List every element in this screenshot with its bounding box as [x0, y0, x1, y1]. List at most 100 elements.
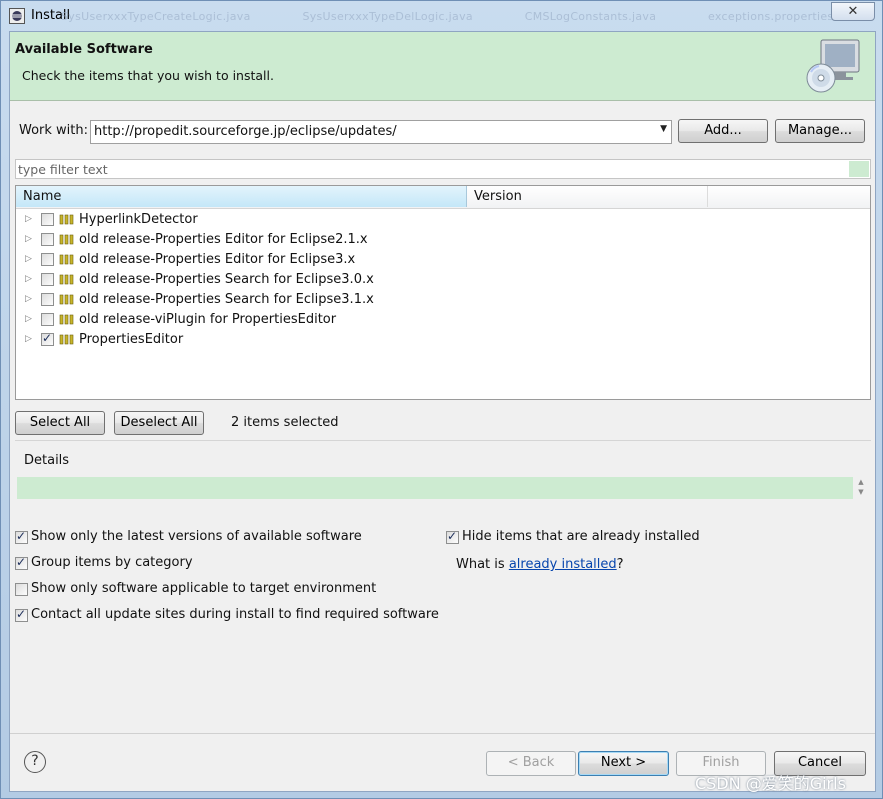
item-checkbox[interactable]: [41, 293, 54, 306]
page-subtitle: Check the items that you wish to install…: [22, 68, 274, 83]
column-name-label: Name: [23, 189, 62, 204]
header-banner: Available Software Check the items that …: [10, 32, 875, 101]
tree-header: Name Version: [16, 186, 870, 209]
item-label: old release-viPlugin for PropertiesEdito…: [79, 312, 337, 327]
item-label: HyperlinkDetector: [79, 212, 198, 227]
tree-row[interactable]: ▷ ✓ PropertiesEditor: [16, 330, 870, 350]
already-installed-link[interactable]: already installed: [509, 557, 617, 572]
filter-input[interactable]: type filter text: [15, 159, 871, 179]
what-is-prefix: What is: [456, 557, 509, 572]
filter-placeholder: type filter text: [18, 162, 108, 177]
ghost-tab: SysUserxxxTypeCreateLogic.java: [61, 10, 251, 23]
checkmark-icon: ✓: [16, 555, 27, 569]
what-is-installed-text: What is already installed?: [456, 557, 624, 572]
work-with-label: Work with:: [19, 123, 89, 138]
close-window-button[interactable]: ✕: [831, 2, 875, 21]
watermark: CSDN @爱笑的Girls: [695, 774, 846, 793]
checkbox-box[interactable]: [15, 583, 28, 596]
title-bar[interactable]: Install SysUserxxxTypeCreateLogic.java S…: [1, 1, 882, 31]
item-checkbox[interactable]: [41, 233, 54, 246]
checkmark-icon: ✓: [447, 529, 458, 543]
option-label: Show only software applicable to target …: [31, 581, 377, 596]
item-checkbox[interactable]: [41, 253, 54, 266]
option-label: Contact all update sites during install …: [31, 607, 439, 622]
manage-sites-button[interactable]: Manage...: [775, 119, 865, 143]
category-package-icon: [59, 274, 74, 285]
option-label: Hide items that are already installed: [462, 529, 700, 544]
ghost-tab: CMSLogConstants.java: [524, 10, 657, 23]
column-version-header[interactable]: Version: [467, 186, 708, 207]
item-label: old release-Properties Editor for Eclips…: [79, 252, 356, 267]
add-site-button[interactable]: Add...: [678, 119, 768, 143]
category-package-icon: [59, 294, 74, 305]
tree-row[interactable]: ▷ old release-Properties Editor for Ecli…: [16, 250, 870, 270]
details-text-area[interactable]: [17, 477, 853, 499]
item-label: old release-Properties Editor for Eclips…: [79, 232, 368, 247]
what-is-suffix: ?: [616, 557, 624, 572]
back-button[interactable]: < Back: [486, 751, 576, 776]
item-label: old release-Properties Search for Eclips…: [79, 292, 374, 307]
deselect-all-button[interactable]: Deselect All: [114, 411, 204, 435]
tree-row[interactable]: ▷ old release-Properties Editor for Ecli…: [16, 230, 870, 250]
checkbox-box[interactable]: ✓: [15, 555, 28, 570]
item-checkbox[interactable]: [41, 273, 54, 286]
category-package-icon: [59, 254, 74, 265]
checkbox-box[interactable]: [41, 313, 54, 326]
column-name-header[interactable]: Name: [16, 186, 467, 207]
tree-row[interactable]: ▷ old release-viPlugin for PropertiesEdi…: [16, 310, 870, 330]
category-package-icon: [59, 234, 74, 245]
eclipse-icon: [9, 8, 25, 24]
chevron-down-icon[interactable]: ▼: [660, 124, 667, 134]
checkmark-icon: ✓: [16, 529, 27, 543]
option-label: Group items by category: [31, 555, 193, 570]
item-label: PropertiesEditor: [79, 332, 184, 347]
details-label: Details: [24, 453, 70, 468]
work-with-combo[interactable]: http://propedit.sourceforge.jp/eclipse/u…: [90, 120, 672, 144]
details-scrollbar[interactable]: ▲ ▼: [855, 477, 867, 499]
dialog-body: Available Software Check the items that …: [9, 31, 876, 792]
option-label: Show only the latest versions of availab…: [31, 529, 362, 544]
checkbox-box[interactable]: [41, 273, 54, 286]
work-with-value: http://propedit.sourceforge.jp/eclipse/u…: [94, 124, 397, 139]
expand-arrow-icon[interactable]: ▷: [25, 214, 32, 224]
tree-row[interactable]: ▷ old release-Properties Search for Ecli…: [16, 290, 870, 310]
help-icon[interactable]: ?: [24, 751, 46, 773]
checkbox-box[interactable]: [41, 293, 54, 306]
checkbox-box[interactable]: ✓: [41, 331, 54, 346]
clear-filter-icon[interactable]: [849, 161, 869, 177]
expand-arrow-icon[interactable]: ▷: [25, 274, 32, 284]
checkbox-box[interactable]: [41, 253, 54, 266]
expand-arrow-icon[interactable]: ▷: [25, 294, 32, 304]
checkbox-box[interactable]: [41, 233, 54, 246]
expand-arrow-icon[interactable]: ▷: [25, 314, 32, 324]
tree-row[interactable]: ▷ old release-Properties Search for Ecli…: [16, 270, 870, 290]
select-all-button[interactable]: Select All: [15, 411, 105, 435]
ghost-tab: exceptions.properties: [708, 10, 834, 23]
column-version-label: Version: [474, 189, 522, 204]
expand-arrow-icon[interactable]: ▷: [25, 234, 32, 244]
tree-row[interactable]: ▷ HyperlinkDetector: [16, 210, 870, 230]
ghost-tab: SysUserxxxTypeDelLogic.java: [302, 10, 473, 23]
checkbox-box[interactable]: ✓: [15, 607, 28, 622]
selection-status: 2 items selected: [231, 415, 339, 430]
checkbox-box[interactable]: ✓: [446, 529, 459, 544]
next-button[interactable]: Next >: [578, 751, 669, 776]
checkmark-icon: ✓: [16, 607, 27, 621]
item-checkbox[interactable]: [41, 213, 54, 226]
software-tree[interactable]: Name Version ▷ HyperlinkDetector ▷ old r…: [15, 185, 871, 400]
checkmark-icon: ✓: [42, 331, 53, 345]
install-cd-monitor-icon: [806, 39, 860, 93]
background-editor-tabs: SysUserxxxTypeCreateLogic.java SysUserxx…: [61, 10, 881, 23]
item-label: old release-Properties Search for Eclips…: [79, 272, 374, 287]
footer-divider: [10, 733, 875, 734]
page-title: Available Software: [15, 42, 153, 57]
expand-arrow-icon[interactable]: ▷: [25, 334, 32, 344]
item-checkbox[interactable]: ✓: [41, 331, 54, 346]
checkbox-box[interactable]: [41, 213, 54, 226]
install-window: Install SysUserxxxTypeCreateLogic.java S…: [0, 0, 883, 799]
checkbox-box[interactable]: ✓: [15, 529, 28, 544]
divider: [15, 440, 871, 441]
expand-arrow-icon[interactable]: ▷: [25, 254, 32, 264]
item-checkbox[interactable]: [41, 313, 54, 326]
category-package-icon: [59, 314, 74, 325]
